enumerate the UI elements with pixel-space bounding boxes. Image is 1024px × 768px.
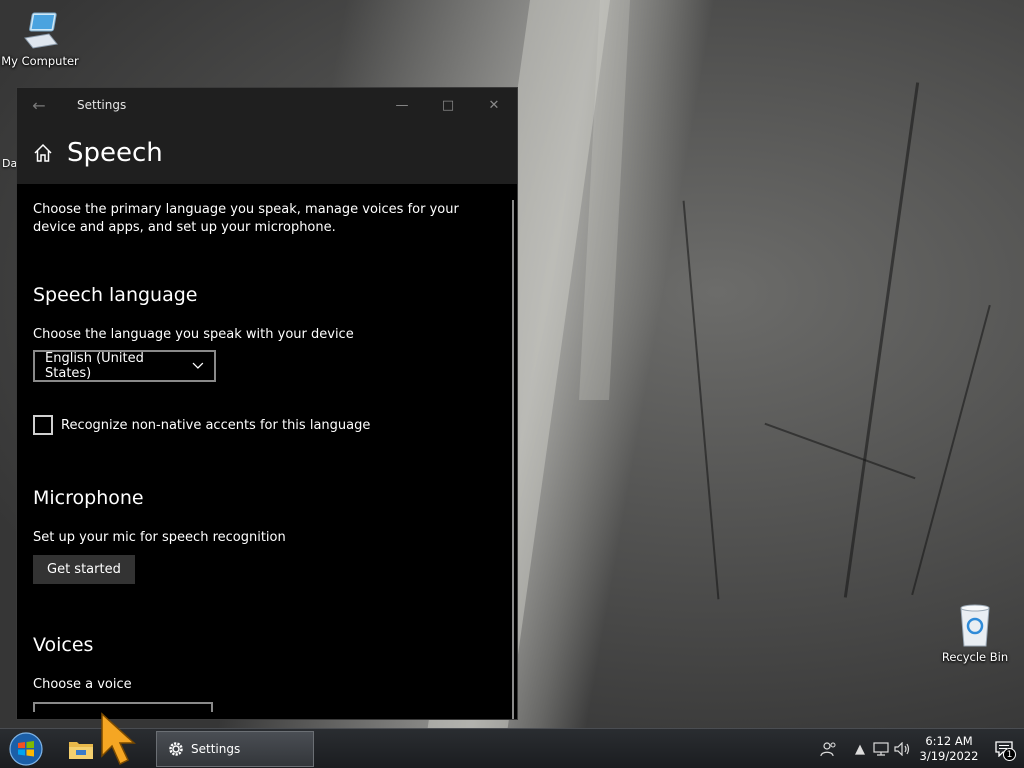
window-title: Settings	[77, 98, 127, 112]
desktop-icon-label: Recycle Bin	[941, 650, 1009, 664]
microphone-label: Set up your mic for speech recognition	[33, 530, 286, 545]
voices-label: Choose a voice	[33, 677, 132, 692]
taskbar-settings-task[interactable]: Settings	[156, 731, 314, 767]
section-heading-voices: Voices	[33, 634, 94, 656]
close-icon[interactable]: ✕	[471, 88, 517, 122]
settings-content: Choose the primary language you speak, m…	[17, 184, 517, 712]
title-bar[interactable]: ← Settings — □ ✕	[17, 88, 517, 122]
volume-icon[interactable]	[892, 729, 914, 768]
gear-icon	[169, 742, 183, 756]
action-center-button[interactable]: 1	[984, 729, 1024, 768]
settings-window: ← Settings — □ ✕ Speech Choose the prima…	[16, 87, 518, 720]
home-icon[interactable]	[33, 143, 53, 163]
partial-desktop-label: Da	[2, 157, 18, 170]
accents-checkbox-row[interactable]: Recognize non-native accents for this la…	[33, 415, 501, 435]
windows-start-icon	[9, 732, 43, 766]
system-tray: ▲ 6:12 AM 3/19/2022 1	[814, 729, 1024, 768]
file-explorer-button[interactable]	[60, 733, 102, 765]
network-icon[interactable]	[870, 729, 892, 768]
computer-icon	[24, 12, 58, 49]
voice-dropdown[interactable]	[33, 702, 213, 712]
file-explorer-icon	[69, 742, 93, 759]
desktop-icon-my-computer[interactable]: My Computer	[0, 10, 80, 68]
minimize-icon[interactable]: —	[379, 88, 425, 122]
start-button[interactable]	[6, 729, 46, 768]
page-title: Speech	[67, 138, 163, 168]
speech-language-label: Choose the language you speak with your …	[33, 327, 354, 342]
chevron-up-icon[interactable]: ▲	[850, 729, 870, 768]
people-icon[interactable]	[814, 729, 844, 768]
page-description: Choose the primary language you speak, m…	[33, 202, 459, 235]
page-header: Speech	[17, 122, 517, 184]
desktop-icon-label: My Computer	[1, 54, 79, 68]
accents-checkbox[interactable]	[33, 415, 53, 435]
get-started-button[interactable]: Get started	[33, 555, 135, 584]
chevron-down-icon	[192, 362, 204, 369]
window-controls: — □ ✕	[379, 88, 517, 122]
taskbar: Settings ▲ 6:12 AM 3/19/2022 1	[0, 728, 1024, 768]
clock-time: 6:12 AM	[925, 734, 973, 748]
taskbar-task-label: Settings	[191, 742, 241, 756]
recycle-bin-icon	[960, 604, 990, 647]
clock-date: 3/19/2022	[919, 749, 979, 763]
maximize-icon[interactable]: □	[425, 88, 471, 122]
section-heading-speech-language: Speech language	[33, 284, 198, 306]
clock[interactable]: 6:12 AM 3/19/2022	[914, 734, 984, 764]
scrollbar[interactable]	[512, 200, 514, 719]
section-heading-microphone: Microphone	[33, 487, 144, 509]
desktop-icon-recycle-bin[interactable]: Recycle Bin	[935, 602, 1015, 664]
mouse-cursor-icon	[101, 712, 136, 766]
dropdown-value: English (United States)	[45, 351, 144, 381]
accents-checkbox-label: Recognize non-native accents for this la…	[61, 417, 371, 433]
back-arrow-icon[interactable]: ←	[17, 88, 61, 122]
speech-language-dropdown[interactable]: English (United States)	[33, 350, 216, 382]
notification-badge: 1	[1003, 748, 1016, 761]
